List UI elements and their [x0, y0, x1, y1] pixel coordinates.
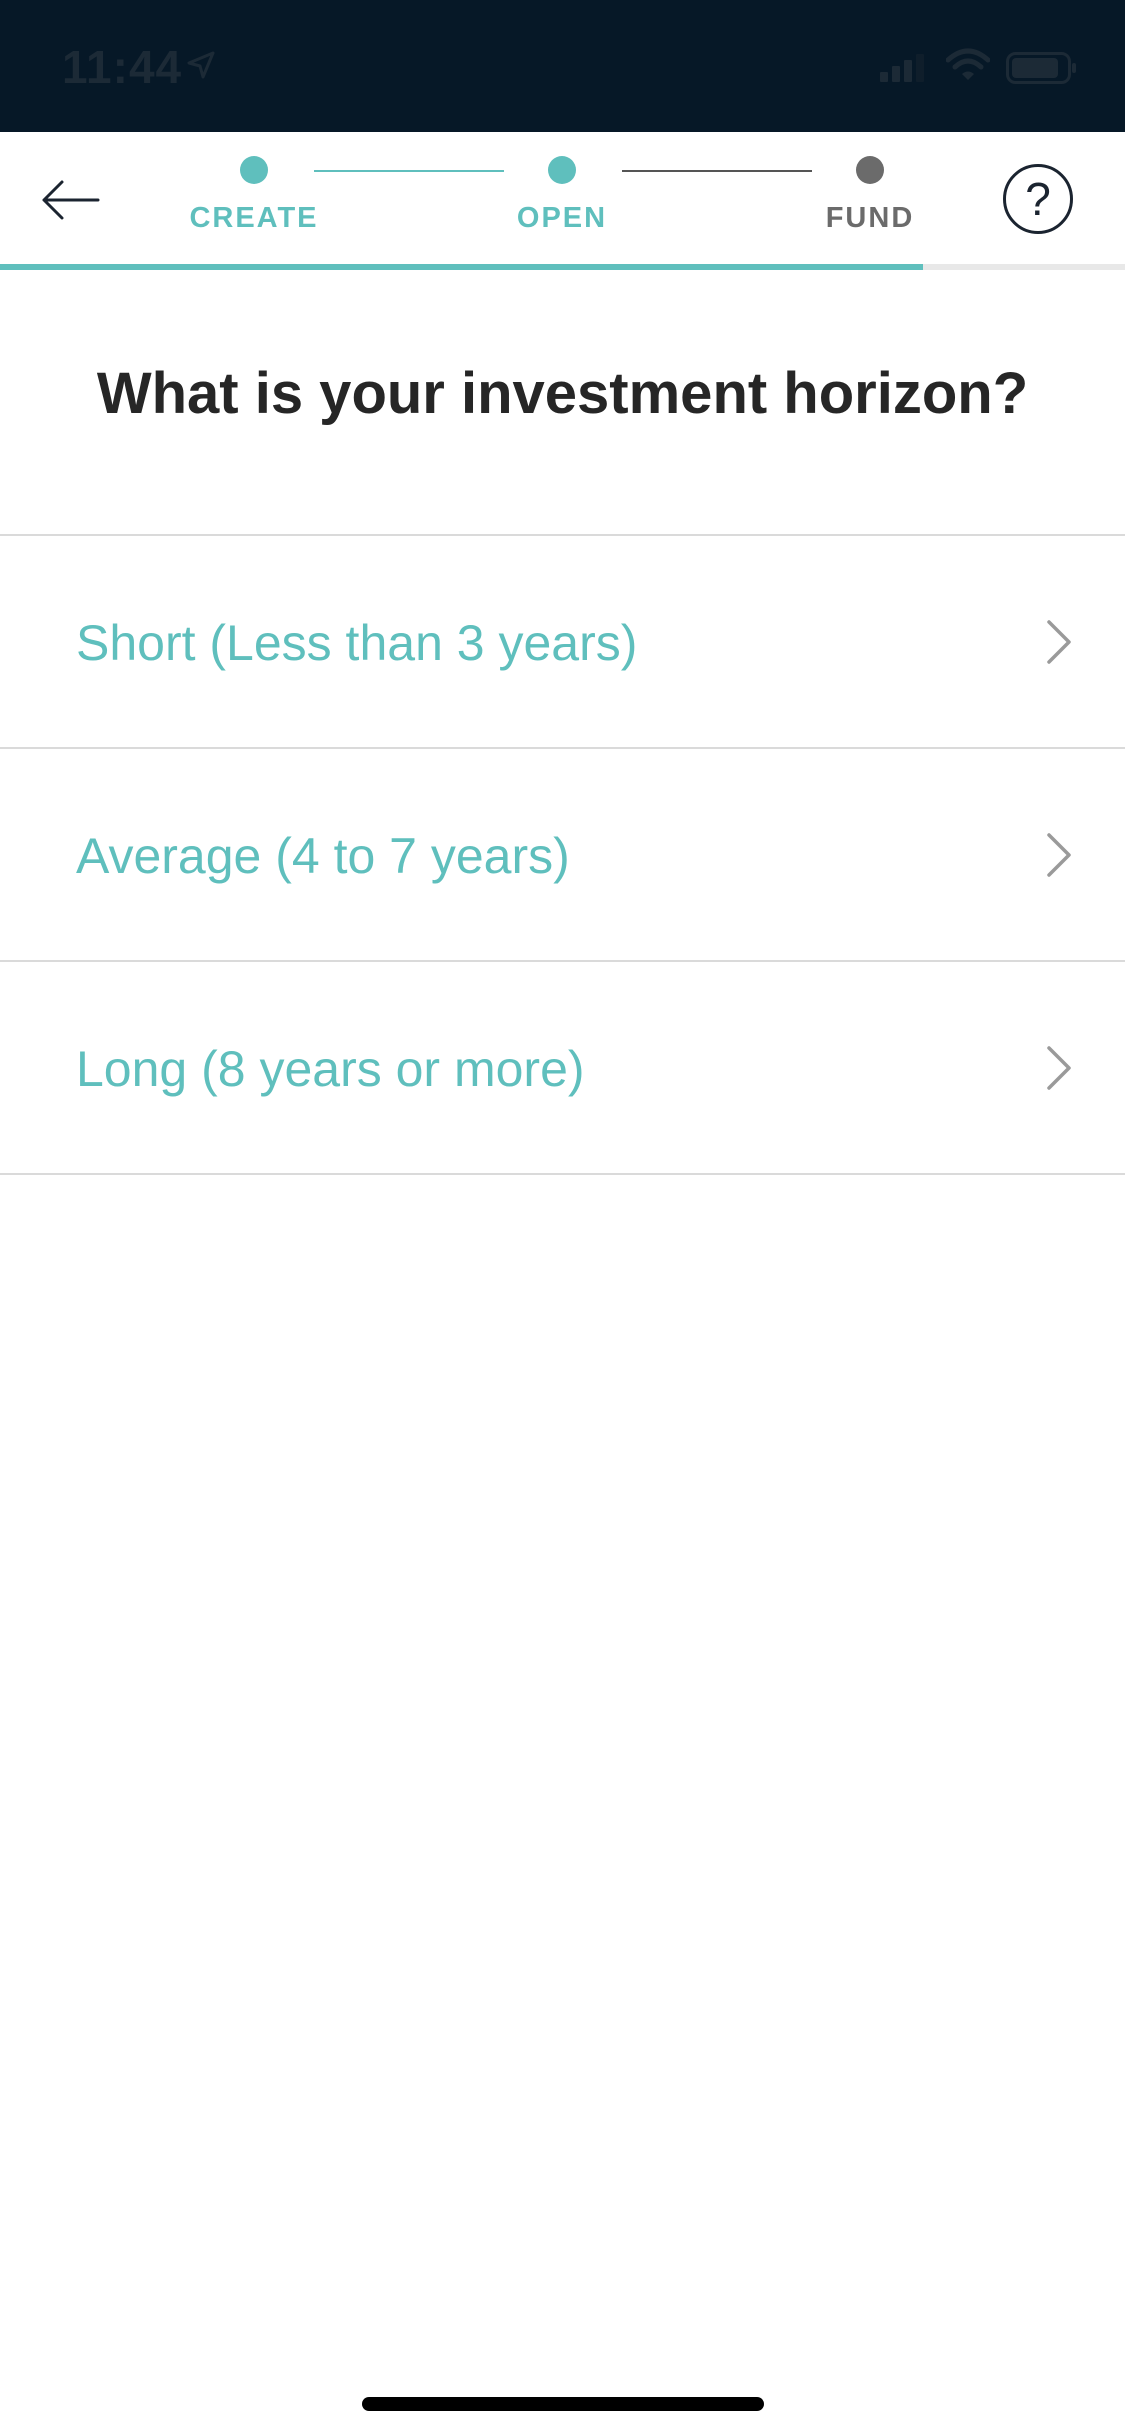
- step-open: OPEN: [482, 156, 642, 235]
- signal-icon: [880, 54, 924, 87]
- home-indicator[interactable]: [362, 2397, 764, 2411]
- option-average[interactable]: Average (4 to 7 years): [0, 749, 1125, 962]
- progress-bar: [0, 264, 1125, 270]
- options-list: Short (Less than 3 years) Average (4 to …: [0, 534, 1125, 1175]
- battery-icon: [1006, 52, 1078, 89]
- status-time: 11:44: [62, 41, 183, 93]
- arrow-left-icon: [38, 180, 102, 236]
- wifi-icon: [945, 48, 991, 87]
- step-connector-upcoming: [622, 170, 812, 172]
- option-label: Short (Less than 3 years): [76, 615, 638, 671]
- step-label: CREATE: [189, 202, 319, 234]
- progress-bar-fill: [0, 264, 923, 270]
- question-title: What is your investment horizon?: [96, 361, 1029, 426]
- location-arrow-icon: [186, 50, 216, 85]
- status-bar: 11:44: [0, 0, 1125, 132]
- step-create: CREATE: [174, 156, 334, 235]
- option-short[interactable]: Short (Less than 3 years): [0, 536, 1125, 749]
- option-long[interactable]: Long (8 years or more): [0, 962, 1125, 1175]
- option-label: Long (8 years or more): [76, 1041, 585, 1097]
- step-label: FUND: [825, 202, 915, 234]
- step-dot: [856, 156, 884, 184]
- help-button[interactable]: ?: [1003, 164, 1073, 234]
- option-label: Average (4 to 7 years): [76, 828, 570, 884]
- chevron-right-icon: [1044, 831, 1074, 884]
- step-label: OPEN: [516, 202, 608, 234]
- step-fund: FUND: [790, 156, 950, 235]
- step-dot: [548, 156, 576, 184]
- back-button[interactable]: [38, 168, 118, 248]
- step-connector-complete: [314, 170, 504, 172]
- stepper-header: CREATE OPEN FUND ?: [0, 132, 1125, 268]
- question-mark-icon: ?: [1025, 173, 1051, 225]
- screen: 11:44 CREATE OPEN FUND ? What is your in…: [0, 0, 1125, 2436]
- chevron-right-icon: [1044, 1044, 1074, 1097]
- chevron-right-icon: [1044, 618, 1074, 671]
- step-dot: [240, 156, 268, 184]
